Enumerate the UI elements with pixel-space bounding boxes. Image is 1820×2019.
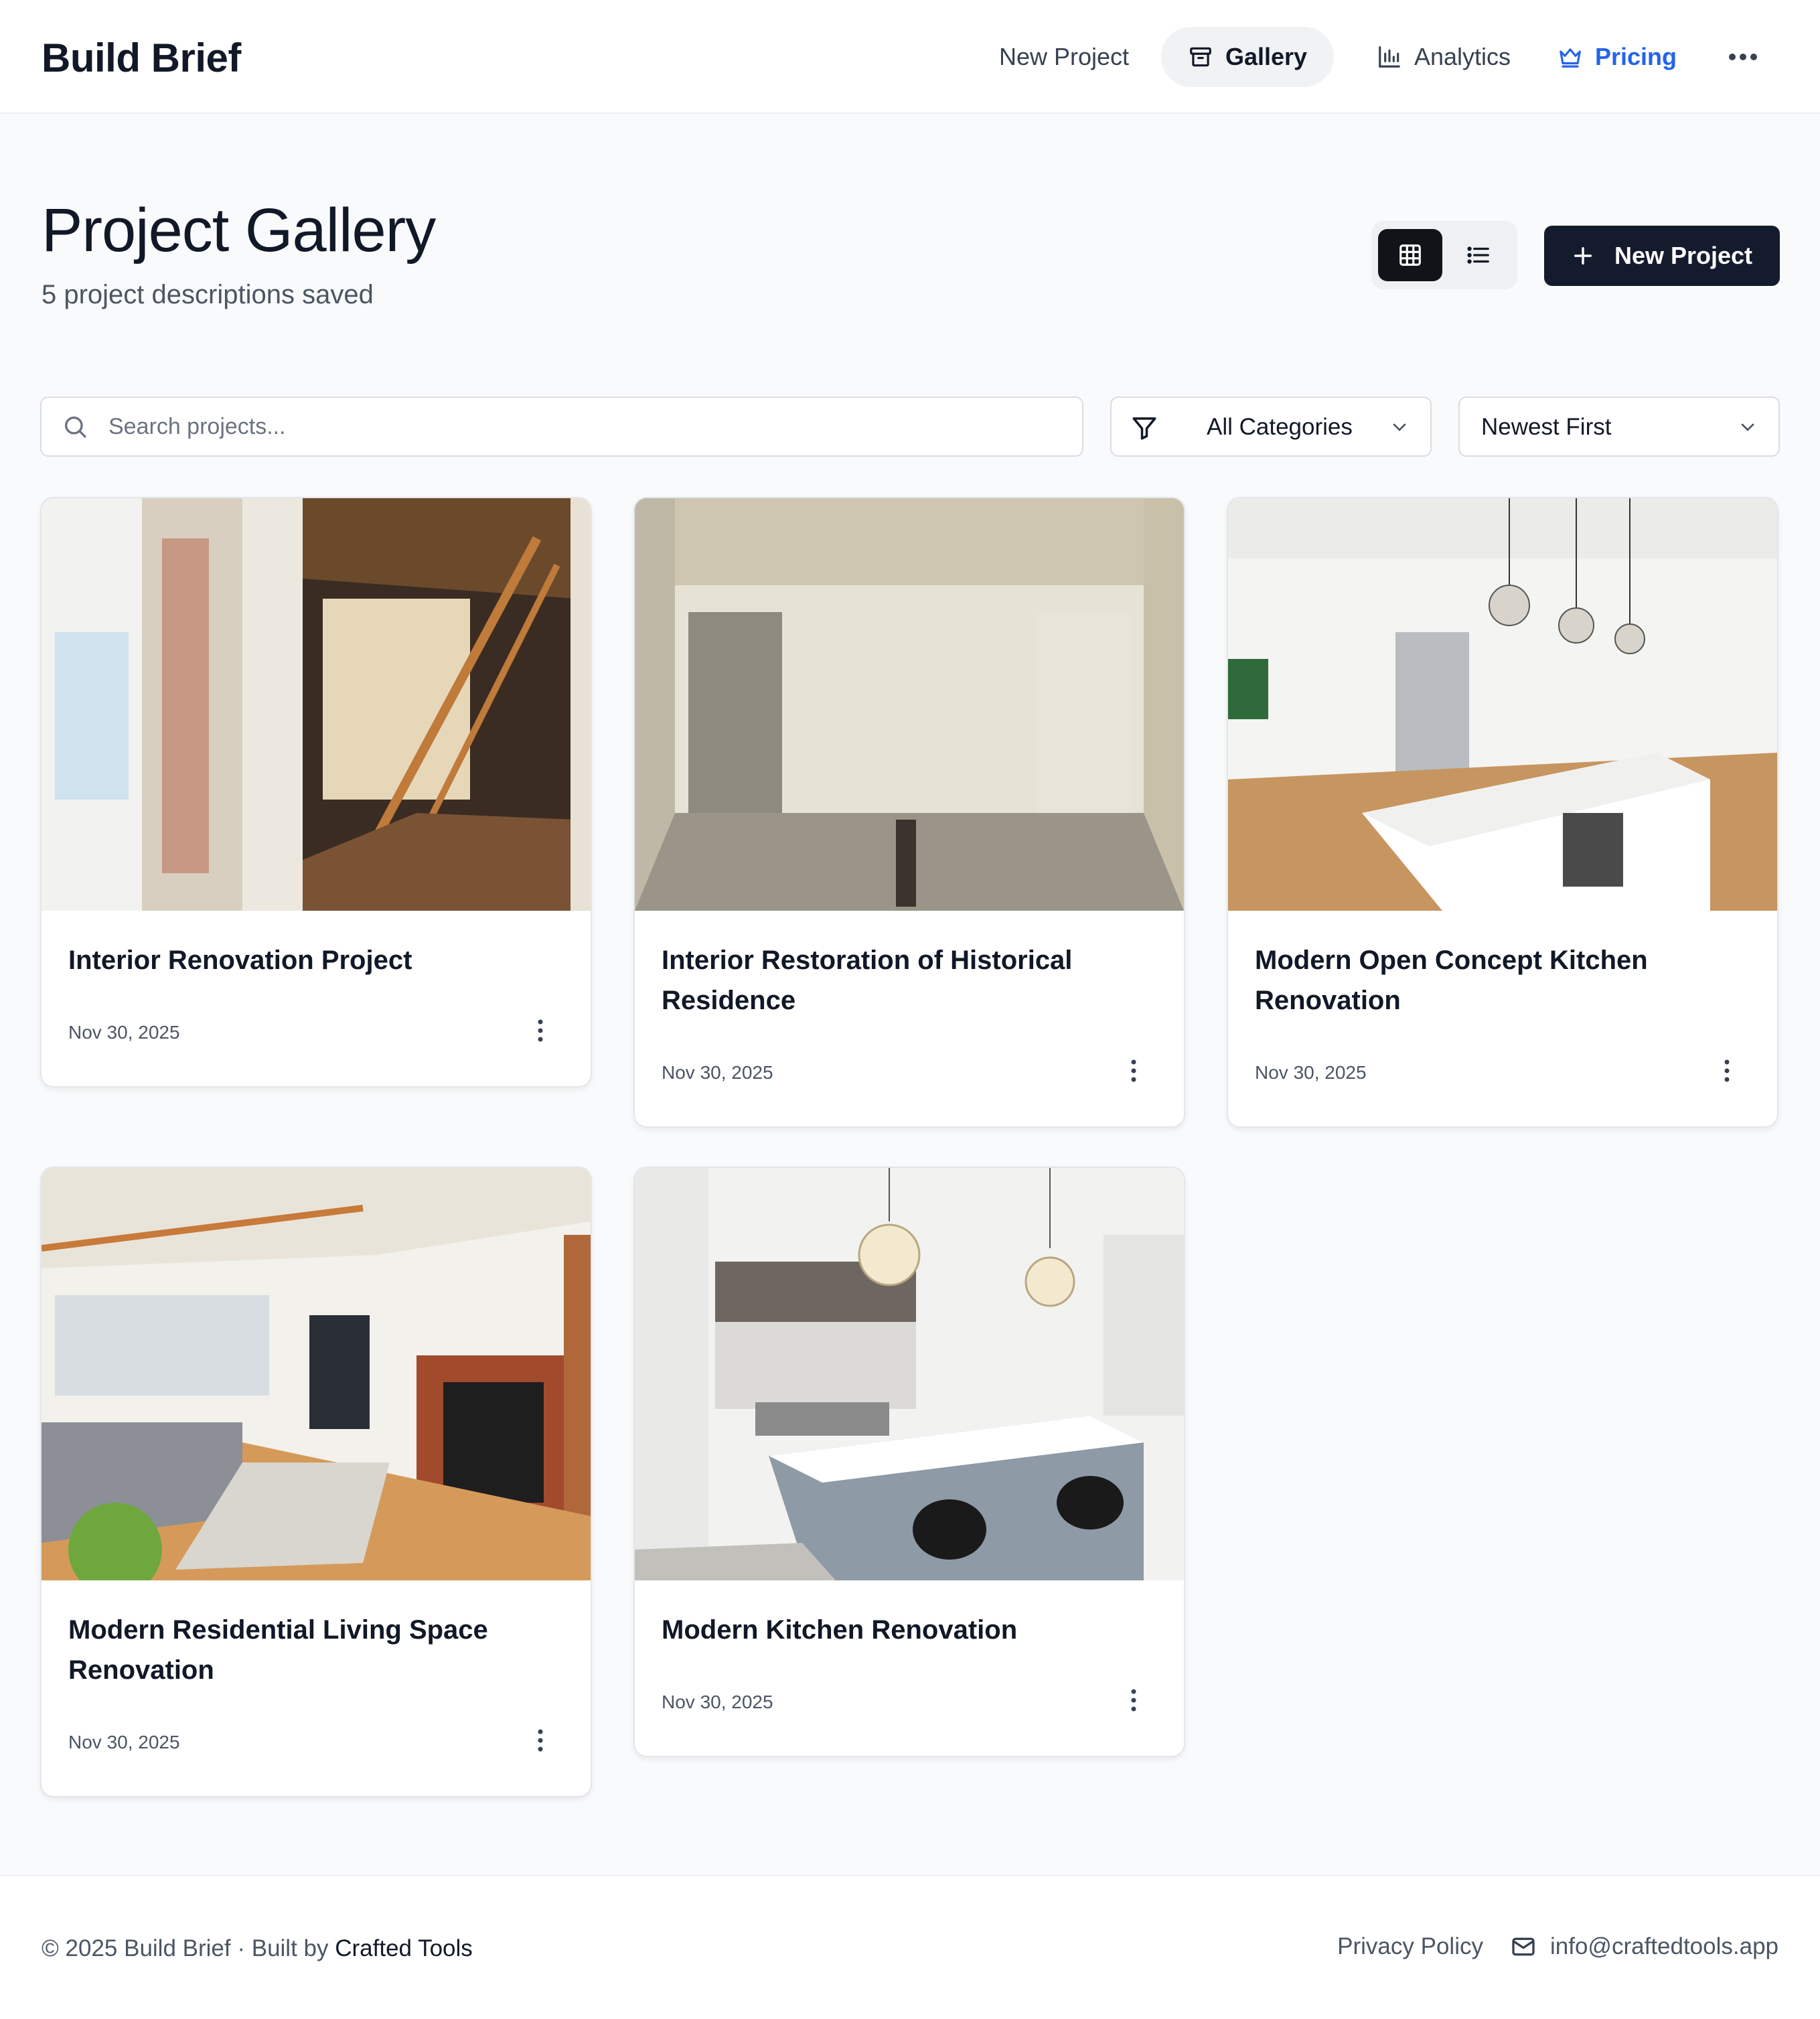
copyright-text: © 2025 Build Brief · Built by (42, 1935, 335, 1961)
app-logo[interactable]: Build Brief (42, 35, 241, 81)
more-menu-button[interactable] (1720, 37, 1766, 77)
list-view-button[interactable] (1446, 229, 1511, 281)
more-vertical-icon (538, 1019, 543, 1042)
project-card[interactable]: Modern Residential Living Space Renovati… (40, 1167, 592, 1797)
living-room-fireplace-photo (42, 1168, 591, 1580)
grid-view-button[interactable] (1378, 229, 1442, 281)
nav-new-project[interactable]: New Project (972, 27, 1156, 87)
email-address: info@craftedtools.app (1549, 1933, 1778, 1959)
chevron-down-icon (1741, 423, 1754, 431)
project-date: Nov 30, 2025 (662, 1692, 773, 1712)
project-title: Modern Residential Living Space Renovati… (68, 1615, 488, 1685)
footer: © 2025 Build Brief · Built by Crafted To… (0, 1875, 1820, 2019)
card-menu-button[interactable] (1717, 1054, 1737, 1088)
category-select[interactable]: All Categories (1110, 396, 1432, 457)
nav-new-project-label: New Project (999, 43, 1130, 70)
search-icon (65, 417, 86, 438)
mail-icon (1512, 1937, 1535, 1956)
card-menu-button[interactable] (530, 1014, 550, 1047)
sort-select[interactable]: Newest First (1458, 396, 1780, 457)
top-nav-bar: Build Brief New Project Gallery Analytic… (0, 0, 1820, 114)
nav-gallery[interactable]: Gallery (1161, 27, 1335, 87)
grid-icon (1399, 244, 1421, 266)
project-date: Nov 30, 2025 (662, 1062, 773, 1083)
project-title: Interior Renovation Project (68, 946, 412, 975)
footer-links: Privacy Policy info@craftedtools.app (1337, 1933, 1778, 1960)
sort-select-value: Newest First (1481, 414, 1612, 440)
card-menu-button[interactable] (1124, 1054, 1144, 1088)
card-menu-button[interactable] (530, 1724, 550, 1757)
kitchen-chandelier-photo (635, 1168, 1184, 1580)
card-menu-button[interactable] (1124, 1684, 1144, 1717)
project-card[interactable]: Interior Renovation Project Nov 30, 2025 (40, 497, 592, 1088)
nav-analytics[interactable]: Analytics (1350, 27, 1537, 87)
more-vertical-icon (538, 1729, 543, 1752)
filter-icon (1132, 417, 1156, 440)
search-input[interactable] (108, 413, 1046, 440)
crafted-tools-link[interactable]: Crafted Tools (335, 1935, 473, 1961)
category-select-value: All Categories (1207, 414, 1353, 440)
footer-copyright: © 2025 Build Brief · Built by Crafted To… (42, 1935, 473, 1962)
project-card[interactable]: Modern Open Concept Kitchen Renovation N… (1227, 497, 1778, 1128)
search-box (40, 396, 1083, 457)
privacy-policy-link[interactable]: Privacy Policy (1337, 1933, 1483, 1960)
project-title: Modern Kitchen Renovation (662, 1615, 1018, 1645)
nav-pricing[interactable]: Pricing (1531, 27, 1703, 87)
email-link[interactable]: info@craftedtools.app (1510, 1933, 1778, 1960)
nav-gallery-label: Gallery (1225, 43, 1308, 70)
more-vertical-icon (1724, 1059, 1730, 1082)
nav-analytics-label: Analytics (1414, 43, 1511, 70)
project-title: Interior Restoration of Historical Resid… (662, 946, 1073, 1015)
project-title: Modern Open Concept Kitchen Renovation (1255, 946, 1648, 1015)
project-card[interactable]: Modern Kitchen Renovation Nov 30, 2025 (633, 1167, 1185, 1757)
view-mode-toggle (1371, 221, 1517, 289)
crown-icon (1560, 48, 1581, 68)
list-icon (1467, 246, 1489, 264)
more-vertical-icon (1131, 1689, 1136, 1712)
chevron-down-icon (1393, 423, 1406, 431)
archive-box-icon (1190, 47, 1211, 67)
new-project-button-label: New Project (1614, 242, 1753, 269)
project-card[interactable]: Interior Restoration of Historical Resid… (633, 497, 1185, 1128)
page-subtitle: 5 project descriptions saved (42, 280, 374, 309)
interior-demolition-photo (42, 498, 591, 911)
project-date: Nov 30, 2025 (1255, 1062, 1367, 1083)
bar-chart-icon (1379, 46, 1400, 68)
empty-room-restoration-photo (635, 498, 1184, 911)
project-date: Nov 30, 2025 (68, 1732, 180, 1752)
plus-icon (1574, 246, 1592, 265)
page-title: Project Gallery (42, 196, 436, 265)
project-date: Nov 30, 2025 (68, 1022, 180, 1043)
more-vertical-icon (1131, 1059, 1136, 1082)
nav-pricing-label: Pricing (1595, 43, 1677, 70)
more-horizontal-icon (1729, 54, 1757, 60)
white-kitchen-island-photo (1228, 498, 1777, 911)
new-project-button[interactable]: New Project (1544, 226, 1780, 286)
